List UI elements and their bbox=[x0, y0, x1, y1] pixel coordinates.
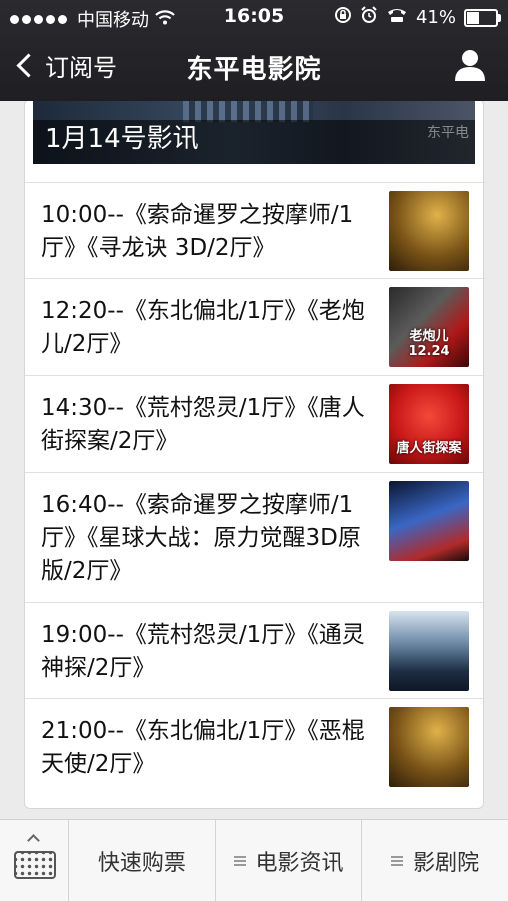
page-title: 东平电影院 bbox=[186, 55, 322, 85]
movie-poster: 唐人街探案 bbox=[389, 384, 469, 464]
person-icon bbox=[455, 50, 485, 81]
movie-poster bbox=[389, 191, 469, 271]
schedule-row[interactable]: 14:30--《荒村怨灵/1厅》《唐人街探案/2厅》 唐人街探案 bbox=[25, 375, 483, 473]
alarm-icon bbox=[360, 6, 378, 29]
battery-icon bbox=[464, 8, 501, 27]
tty-icon bbox=[386, 7, 408, 28]
movie-poster: 老炮儿 12.24 bbox=[389, 287, 469, 367]
menu-theater[interactable]: 影剧院 bbox=[362, 820, 508, 901]
battery-percent: 41% bbox=[415, 7, 456, 28]
schedule-text: 10:00--《索命暹罗之按摩师/1厅》《寻龙诀 3D/2厅》 bbox=[41, 202, 354, 261]
chevron-up-icon bbox=[27, 834, 40, 847]
keyboard-icon bbox=[14, 851, 56, 879]
status-bar: 中国移动 16:05 41% bbox=[0, 0, 508, 34]
schedule-row[interactable]: 19:00--《荒村怨灵/1厅》《通灵神探/2厅》 bbox=[25, 602, 483, 699]
menu-movie-news[interactable]: 电影资讯 bbox=[216, 820, 363, 901]
keyboard-toggle-button[interactable] bbox=[0, 820, 69, 901]
profile-button[interactable] bbox=[454, 48, 486, 82]
schedule-row[interactable]: 10:00--《索命暹罗之按摩师/1厅》《寻龙诀 3D/2厅》 bbox=[25, 182, 483, 279]
schedule-text: 21:00--《东北偏北/1厅》《恶棍天使/2厅》 bbox=[41, 718, 365, 777]
battery-fill bbox=[467, 11, 480, 24]
schedule-row[interactable]: 21:00--《东北偏北/1厅》《恶棍天使/2厅》 bbox=[25, 698, 483, 807]
banner-image: 1月14号影讯 东平电 bbox=[33, 101, 475, 164]
bottom-menu: 快速购票 电影资讯 影剧院 bbox=[0, 819, 508, 901]
movie-poster bbox=[389, 481, 469, 561]
poster-logo: 老炮儿 12.24 bbox=[408, 329, 450, 359]
nav-bar: 订阅号 东平电影院 bbox=[0, 34, 508, 101]
schedule-text: 19:00--《荒村怨灵/1厅》《通灵神探/2厅》 bbox=[41, 622, 365, 681]
menu-label: 电影资讯 bbox=[255, 850, 344, 876]
schedule-text: 14:30--《荒村怨灵/1厅》《唐人街探案/2厅》 bbox=[41, 395, 365, 454]
rotation-lock-icon bbox=[334, 6, 352, 29]
banner-label: 1月14号影讯 bbox=[45, 124, 199, 154]
poster-logo: 唐人街探案 bbox=[396, 441, 462, 456]
movie-poster bbox=[389, 707, 469, 787]
schedule-text: 16:40--《索命暹罗之按摩师/1厅》《星球大战：原力觉醒3D原版/2厅》 bbox=[41, 492, 361, 584]
schedule-card: 1月14号影讯 东平电 10:00--《索命暹罗之按摩师/1厅》《寻龙诀 3D/… bbox=[24, 101, 484, 809]
schedule-row[interactable]: 16:40--《索命暹罗之按摩师/1厅》《星球大战：原力觉醒3D原版/2厅》 bbox=[25, 472, 483, 603]
submenu-icon bbox=[233, 855, 246, 866]
menu-quick-buy[interactable]: 快速购票 bbox=[69, 820, 216, 901]
movie-poster bbox=[389, 611, 469, 691]
submenu-icon bbox=[391, 855, 404, 866]
schedule-text: 12:20--《东北偏北/1厅》《老炮儿/2厅》 bbox=[41, 298, 365, 357]
top-bar: 中国移动 16:05 41% 订阅号 东平电影院 bbox=[0, 0, 508, 101]
menu-label: 影剧院 bbox=[413, 850, 480, 876]
menu-label: 快速购票 bbox=[97, 850, 186, 876]
article-content[interactable]: 1月14号影讯 东平电 10:00--《索命暹罗之按摩师/1厅》《寻龙诀 3D/… bbox=[0, 101, 508, 819]
schedule-row[interactable]: 12:20--《东北偏北/1厅》《老炮儿/2厅》 老炮儿 12.24 bbox=[25, 278, 483, 376]
watermark-logo: 东平电 bbox=[427, 125, 469, 141]
